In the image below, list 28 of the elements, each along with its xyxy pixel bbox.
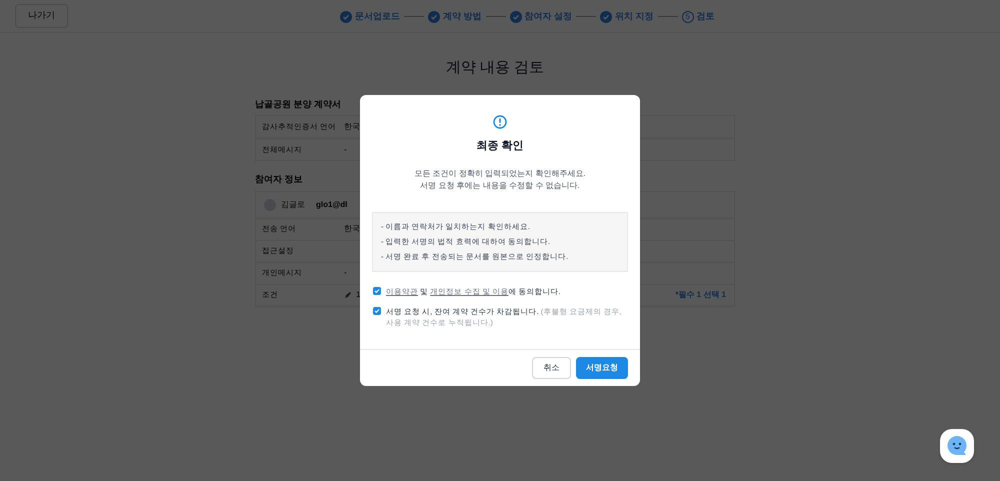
chat-button[interactable] [940,429,974,463]
step-label[interactable]: 계약 방법 [443,10,482,24]
participant-email: glo1@dl [316,198,348,210]
pencil-icon [344,291,352,299]
row-value: 한국 [344,121,360,133]
step-label[interactable]: 검토 [696,10,715,24]
row-value: - [344,267,347,279]
condition-summary: *필수 1 선택 1 [675,289,726,301]
cancel-button[interactable]: 취소 [532,357,571,379]
step-label[interactable]: 위치 지정 [615,10,654,24]
back-button[interactable]: 나가기 [15,4,68,28]
page-title: 계약 내용 검토 [444,58,546,78]
dialog-description: 모든 조건이 정확히 입력되었는지 확인해주세요. 서명 요청 후에는 내용을 수정할 수 없습니다. [414,168,586,192]
warning-icon [493,115,507,129]
checkbox[interactable] [373,306,381,314]
chat-bubble-icon [945,434,969,458]
checkbox[interactable] [373,286,381,294]
row-value: - [344,144,347,156]
step-label[interactable]: 참여자 설정 [524,10,572,24]
condition-count: 1 [356,289,360,301]
step-number: 5 [682,10,694,23]
step-label[interactable]: 문서업로드 [355,10,400,24]
section-title: 참여자 정보 [255,173,303,186]
dialog-title: 최종 확인 [476,139,524,154]
sign-request-button[interactable]: 서명요청 [576,357,628,379]
section-title: 납골공원 분양 계약서 [255,98,342,110]
row-value: 한국 [344,223,360,235]
participant-name: 김글로 [281,198,306,210]
